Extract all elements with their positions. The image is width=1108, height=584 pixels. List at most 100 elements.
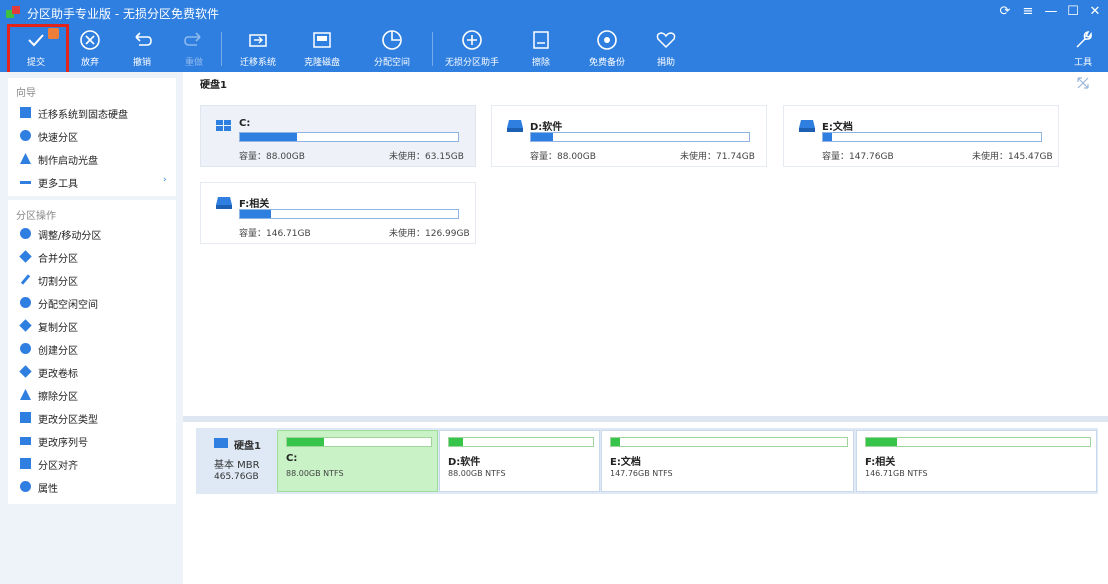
sidebar-item-allocate[interactable]: 分配空闲空间	[8, 293, 168, 313]
disk-title: 硬盘1	[200, 80, 227, 91]
panel-divider	[183, 416, 1108, 422]
allocate-space-label: 分配空间	[373, 58, 410, 68]
maximize-icon[interactable]: ☐	[1064, 3, 1082, 21]
free-partition-button[interactable]: 无损分区助手	[442, 28, 502, 70]
partition-usage-fill	[866, 438, 898, 446]
sidebar-item-label: 切割分区	[38, 277, 78, 288]
partition-name: D:软件	[448, 457, 481, 468]
partition-usage-bar	[865, 437, 1091, 447]
sidebar-item-split[interactable]: 切割分区	[8, 270, 168, 290]
partition-card[interactable]: C: 容量：88.00GB 未使用：63.15GB	[200, 105, 476, 167]
usage-bar-fill	[240, 210, 271, 218]
partition-name: C:	[239, 118, 251, 129]
resize-icon	[20, 228, 31, 239]
sidebar-item-migrate[interactable]: 迁移系统到固态硬盘	[8, 103, 168, 123]
wipe-label: 擦除	[531, 58, 550, 68]
sidebar-item-label: 更多工具	[38, 179, 78, 190]
usage-bar	[239, 209, 459, 219]
sidebar-item-label: 更改分区类型	[38, 415, 98, 426]
minimize-icon[interactable]: —	[1042, 3, 1060, 21]
capacity-text: 容量：146.71GB	[239, 229, 311, 239]
usage-bar	[530, 132, 750, 142]
operations-heading: 分区操作	[16, 211, 56, 222]
disk-map-partition[interactable]: C: 88.00GB NTFS	[277, 430, 438, 492]
allocate-space-button[interactable]: 分配空间	[362, 28, 422, 70]
app-logo-icon	[6, 6, 20, 18]
close-icon[interactable]: ✕	[1086, 3, 1104, 21]
drive-icon	[507, 120, 523, 132]
label-icon	[19, 365, 32, 378]
sidebar-item-serial[interactable]: 更改序列号	[8, 431, 168, 451]
sidebar-item-type[interactable]: 更改分区类型	[8, 408, 168, 428]
partition-card[interactable]: F:相关 容量：146.71GB 未使用：126.99GB	[200, 182, 476, 244]
disk-map: 硬盘1 基本 MBR 465.76GB C: 88.00GB NTFS D:软件…	[196, 428, 1098, 494]
partition-name: E:文档	[610, 457, 641, 468]
sidebar-item-label: 迁移系统到固态硬盘	[38, 110, 128, 121]
serial-icon	[20, 437, 31, 445]
clone-disk-button[interactable]: 克隆磁盘	[292, 28, 352, 70]
sidebar-item-label: 合并分区	[38, 254, 78, 265]
disk-icon	[214, 438, 228, 448]
sidebar-item-bootable-disc[interactable]: 制作启动光盘	[8, 149, 168, 169]
disk-map-partition[interactable]: E:文档 147.76GB NTFS	[601, 430, 854, 492]
disk-summary[interactable]: 硬盘1 基本 MBR 465.76GB	[196, 428, 276, 494]
sidebar-item-resize[interactable]: 调整/移动分区	[8, 224, 168, 244]
redo-button[interactable]: 重做	[164, 28, 224, 70]
layout-toggle-icon[interactable]	[1076, 76, 1090, 90]
discard-label: 放弃	[80, 58, 99, 68]
free-space-text: 未使用：145.47GB	[972, 152, 1053, 162]
create-icon	[20, 343, 31, 354]
sidebar-item-create[interactable]: 创建分区	[8, 339, 168, 359]
sidebar-item-label: 分配空闲空间	[38, 300, 98, 311]
sidebar-item-properties[interactable]: 属性	[8, 477, 168, 497]
heart-icon	[655, 29, 677, 51]
capacity-text: 容量：147.76GB	[822, 152, 894, 162]
wipe-button[interactable]: 擦除	[511, 28, 571, 70]
sidebar-item-more-tools[interactable]: 更多工具 ›	[8, 172, 168, 192]
sidebar-item-copy[interactable]: 复制分区	[8, 316, 168, 336]
disk-map-partition[interactable]: F:相关 146.71GB NTFS	[856, 430, 1097, 492]
sidebar-item-quick-partition[interactable]: 快速分区	[8, 126, 168, 146]
more-tools-icon	[20, 181, 31, 184]
refresh-icon[interactable]: ⟳	[996, 3, 1014, 21]
partition-card[interactable]: E:文档 容量：147.76GB 未使用：145.47GB	[783, 105, 1059, 167]
partition-card[interactable]: D:软件 容量：88.00GB 未使用：71.74GB	[491, 105, 767, 167]
partition-usage-fill	[287, 438, 325, 446]
donate-button[interactable]: 捐助	[636, 28, 696, 70]
free-space-text: 未使用：63.15GB	[389, 152, 464, 162]
sidebar-item-label: 更改卷标	[38, 369, 78, 380]
migrate-icon	[247, 29, 269, 51]
toolbar-divider	[221, 32, 222, 66]
disk-type: 基本 MBR	[214, 460, 260, 471]
capacity-text: 容量：88.00GB	[239, 152, 305, 162]
tools-button[interactable]: 工具	[1053, 28, 1108, 70]
disk-map-partition[interactable]: D:软件 88.00GB NTFS	[439, 430, 600, 492]
pie-chart-icon	[381, 29, 403, 51]
wipe-icon	[20, 389, 31, 400]
undo-button[interactable]: 撤销	[112, 28, 172, 70]
shield-plus-icon	[461, 29, 483, 51]
sidebar-item-wipe[interactable]: 擦除分区	[8, 385, 168, 405]
disk-size: 465.76GB	[214, 472, 259, 482]
main-panel: 硬盘1 C: 容量：88.00GB 未使用：63.15GB D:软件 容量：88…	[183, 72, 1108, 584]
migrate-button[interactable]: 迁移系统	[228, 28, 288, 70]
usage-bar	[239, 132, 459, 142]
copy-icon	[19, 319, 32, 332]
sidebar-item-label: 制作启动光盘	[38, 156, 98, 167]
wipe-icon	[530, 29, 552, 51]
free-backup-button[interactable]: 免费备份	[577, 28, 637, 70]
backup-icon	[596, 29, 618, 51]
partition-usage-bar	[286, 437, 432, 447]
drive-icon	[799, 120, 815, 132]
sidebar-item-align[interactable]: 分区对齐	[8, 454, 168, 474]
bootable-disc-icon	[20, 153, 31, 164]
drive-icon	[216, 197, 232, 209]
menu-icon[interactable]: ≡	[1019, 3, 1037, 21]
partition-usage-bar	[448, 437, 594, 447]
discard-button[interactable]: 放弃	[60, 28, 120, 70]
top-bar: 分区助手专业版 - 无损分区免费软件 ⟳ ≡ — ☐ ✕ 提交 放弃 撤销 重做…	[0, 0, 1108, 75]
sidebar-item-merge[interactable]: 合并分区	[8, 247, 168, 267]
sidebar-item-label-change[interactable]: 更改卷标	[8, 362, 168, 382]
partition-size: 147.76GB NTFS	[610, 469, 673, 478]
donate-label: 捐助	[656, 58, 675, 68]
